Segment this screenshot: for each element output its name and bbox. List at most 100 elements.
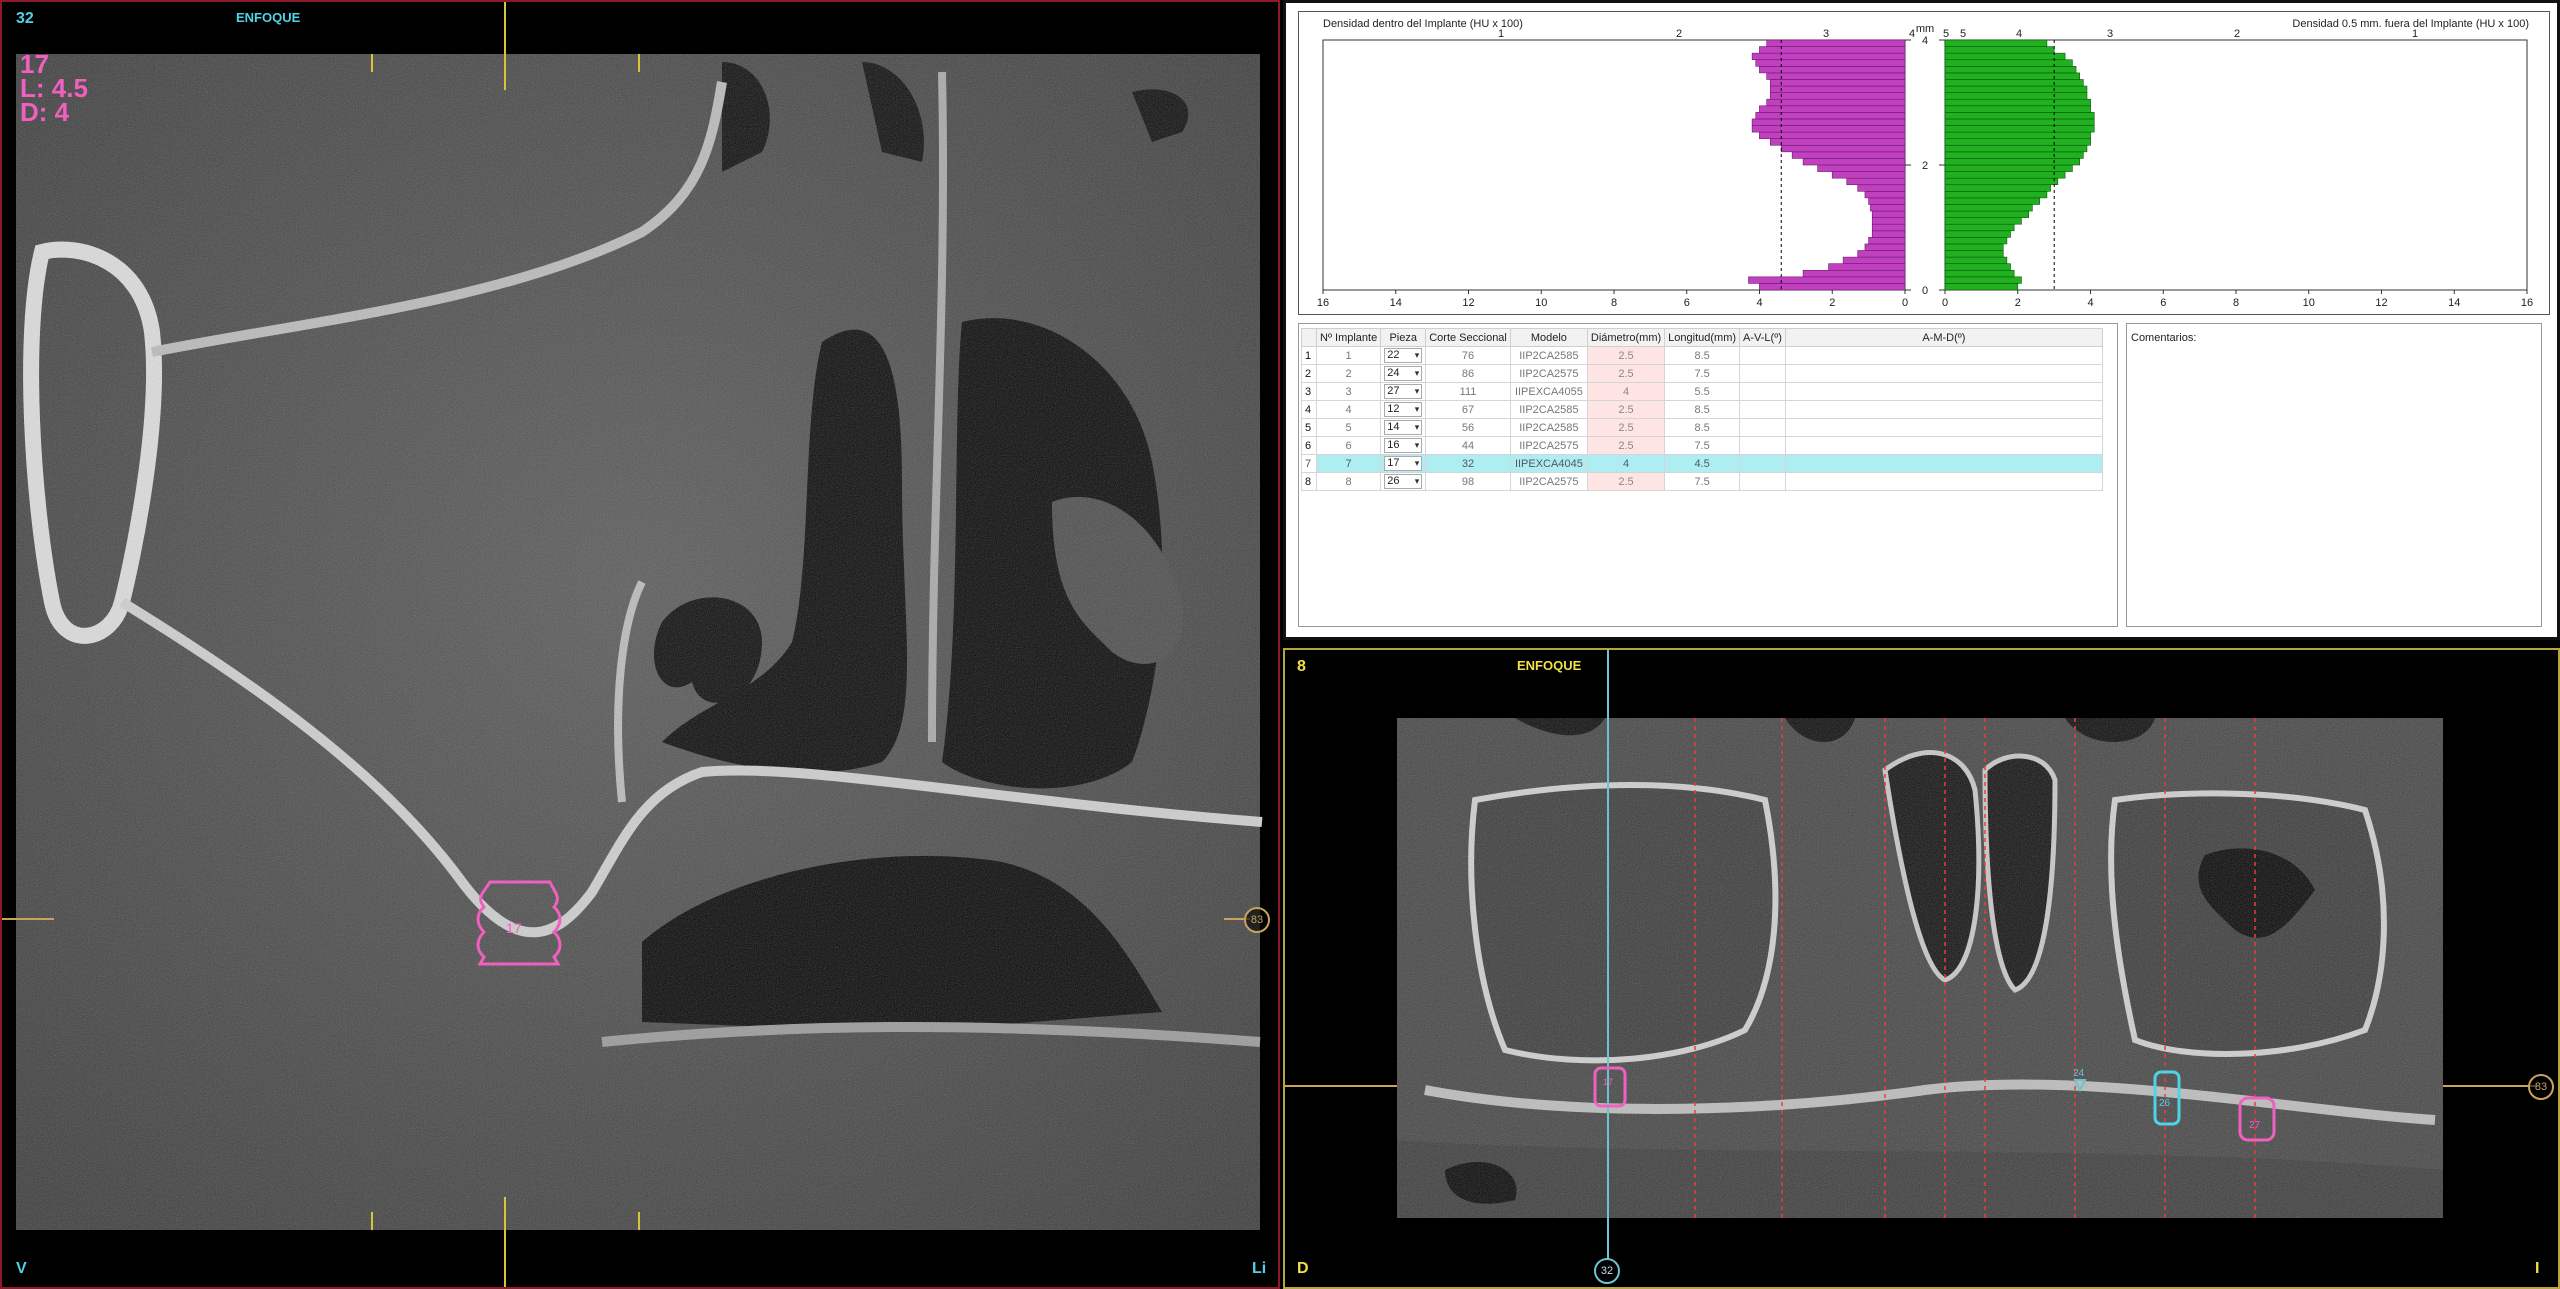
cell-longitud[interactable]: 8.5 — [1664, 400, 1741, 419]
table-row[interactable]: 882698IIP2CA25752.57.5 — [1301, 472, 2103, 491]
col-pieza[interactable]: Pieza — [1380, 328, 1427, 347]
cell-corte[interactable]: 111 — [1425, 382, 1511, 401]
cell-longitud[interactable]: 4.5 — [1664, 454, 1741, 473]
left-top-tick-label: 1 — [1498, 28, 1504, 40]
cell-pieza[interactable]: 16 — [1380, 436, 1427, 455]
cell-implante[interactable]: 3 — [1315, 382, 1382, 401]
cell-diametro[interactable]: 2.5 — [1586, 418, 1666, 437]
col-modelo[interactable]: Modelo — [1509, 328, 1588, 347]
cell-pieza[interactable]: 26 — [1380, 472, 1427, 491]
viewport-number: 32 — [16, 10, 34, 27]
cell-modelo[interactable]: IIPEXCA4055 — [1509, 382, 1588, 401]
pieza-select[interactable]: 22 — [1384, 348, 1423, 363]
cell-corte[interactable]: 44 — [1425, 436, 1511, 455]
orientation-badge-bottom[interactable]: 32 — [1594, 1258, 1620, 1284]
cell-diametro[interactable]: 2.5 — [1586, 346, 1666, 365]
comments-panel[interactable]: Comentarios: — [2126, 323, 2542, 627]
cell-pieza[interactable]: 27 — [1380, 382, 1427, 401]
cell-avl[interactable] — [1739, 346, 1786, 365]
cell-avl[interactable] — [1739, 400, 1786, 419]
cell-avl[interactable] — [1739, 436, 1786, 455]
cross-section-viewport[interactable]: 32 ENFOQUE 17 L: 4.5 D: 4 17 83 V Li — [0, 0, 1280, 1289]
cell-amd[interactable] — [1784, 364, 2103, 383]
orientation-badge-right[interactable]: 83 — [2528, 1074, 2554, 1100]
cell-implante[interactable]: 4 — [1315, 400, 1382, 419]
cell-modelo[interactable]: IIP2CA2585 — [1509, 418, 1588, 437]
pieza-select[interactable]: 27 — [1384, 384, 1423, 399]
cell-avl[interactable] — [1739, 454, 1786, 473]
col-diametro[interactable]: Diámetro(mm) — [1586, 328, 1666, 347]
col-amd[interactable]: A-M-D(º) — [1784, 328, 2103, 347]
table-row[interactable]: 771732IIPEXCA404544.5 — [1301, 454, 2103, 473]
cell-longitud[interactable]: 7.5 — [1664, 364, 1741, 383]
row-index: 8 — [1301, 472, 1317, 491]
col-longitud[interactable]: Longitud(mm) — [1664, 328, 1741, 347]
cell-longitud[interactable]: 5.5 — [1664, 382, 1741, 401]
cell-avl[interactable] — [1739, 364, 1786, 383]
cell-implante[interactable]: 8 — [1315, 472, 1382, 491]
cell-avl[interactable] — [1739, 472, 1786, 491]
table-row[interactable]: 112276IIP2CA25852.58.5 — [1301, 346, 2103, 365]
cell-corte[interactable]: 76 — [1425, 346, 1511, 365]
density-bar-outside — [1944, 171, 2066, 179]
cell-pieza[interactable]: 17 — [1380, 454, 1427, 473]
cell-implante[interactable]: 1 — [1315, 346, 1382, 365]
cell-diametro[interactable]: 2.5 — [1586, 436, 1666, 455]
cell-diametro[interactable]: 2.5 — [1586, 472, 1666, 491]
col-corte[interactable]: Corte Seccional — [1425, 328, 1511, 347]
cell-amd[interactable] — [1784, 436, 2103, 455]
cell-longitud[interactable]: 7.5 — [1664, 436, 1741, 455]
pieza-select[interactable]: 14 — [1384, 420, 1423, 435]
cell-amd[interactable] — [1784, 346, 2103, 365]
ct-panoramic-image[interactable] — [1285, 650, 2558, 1287]
pieza-select[interactable]: 26 — [1384, 474, 1423, 489]
cell-modelo[interactable]: IIPEXCA4045 — [1509, 454, 1588, 473]
cell-amd[interactable] — [1784, 418, 2103, 437]
cell-implante[interactable]: 2 — [1315, 364, 1382, 383]
cell-avl[interactable] — [1739, 382, 1786, 401]
cell-diametro[interactable]: 4 — [1586, 382, 1666, 401]
cell-corte[interactable]: 98 — [1425, 472, 1511, 491]
pieza-select[interactable]: 12 — [1384, 402, 1423, 417]
cell-corte[interactable]: 67 — [1425, 400, 1511, 419]
cell-pieza[interactable]: 24 — [1380, 364, 1427, 383]
table-row[interactable]: 661644IIP2CA25752.57.5 — [1301, 436, 2103, 455]
orientation-badge-right[interactable]: 83 — [1244, 907, 1270, 933]
pieza-select[interactable]: 17 — [1384, 456, 1423, 471]
cell-amd[interactable] — [1784, 454, 2103, 473]
cell-modelo[interactable]: IIP2CA2575 — [1509, 472, 1588, 491]
cell-pieza[interactable]: 14 — [1380, 418, 1427, 437]
cell-amd[interactable] — [1784, 472, 2103, 491]
col-avl[interactable]: A-V-L(º) — [1739, 328, 1786, 347]
cell-pieza[interactable]: 12 — [1380, 400, 1427, 419]
cell-longitud[interactable]: 7.5 — [1664, 472, 1741, 491]
cell-avl[interactable] — [1739, 418, 1786, 437]
table-row[interactable]: 222486IIP2CA25752.57.5 — [1301, 364, 2103, 383]
table-row[interactable]: 551456IIP2CA25852.58.5 — [1301, 418, 2103, 437]
cell-amd[interactable] — [1784, 400, 2103, 419]
table-row[interactable]: 3327111IIPEXCA405545.5 — [1301, 382, 2103, 401]
cell-implante[interactable]: 5 — [1315, 418, 1382, 437]
cell-longitud[interactable]: 8.5 — [1664, 418, 1741, 437]
col-implante[interactable]: Nº Implante — [1315, 328, 1382, 347]
cell-implante[interactable]: 7 — [1315, 454, 1382, 473]
cell-corte[interactable]: 86 — [1425, 364, 1511, 383]
cell-diametro[interactable]: 4 — [1586, 454, 1666, 473]
cell-modelo[interactable]: IIP2CA2585 — [1509, 346, 1588, 365]
cell-implante[interactable]: 6 — [1315, 436, 1382, 455]
cell-modelo[interactable]: IIP2CA2575 — [1509, 436, 1588, 455]
table-row[interactable]: 441267IIP2CA25852.58.5 — [1301, 400, 2103, 419]
cell-modelo[interactable]: IIP2CA2575 — [1509, 364, 1588, 383]
pieza-select[interactable]: 24 — [1384, 366, 1423, 381]
ct-cross-section-image[interactable] — [2, 2, 1278, 1287]
panoramic-viewport[interactable]: 8 ENFOQUE 17 24 26 27 32 83 D I — [1283, 648, 2560, 1289]
cell-modelo[interactable]: IIP2CA2585 — [1509, 400, 1588, 419]
pieza-select[interactable]: 16 — [1384, 438, 1423, 453]
cell-diametro[interactable]: 2.5 — [1586, 400, 1666, 419]
cell-longitud[interactable]: 8.5 — [1664, 346, 1741, 365]
cell-amd[interactable] — [1784, 382, 2103, 401]
cell-diametro[interactable]: 2.5 — [1586, 364, 1666, 383]
cell-pieza[interactable]: 22 — [1380, 346, 1427, 365]
cell-corte[interactable]: 56 — [1425, 418, 1511, 437]
cell-corte[interactable]: 32 — [1425, 454, 1511, 473]
